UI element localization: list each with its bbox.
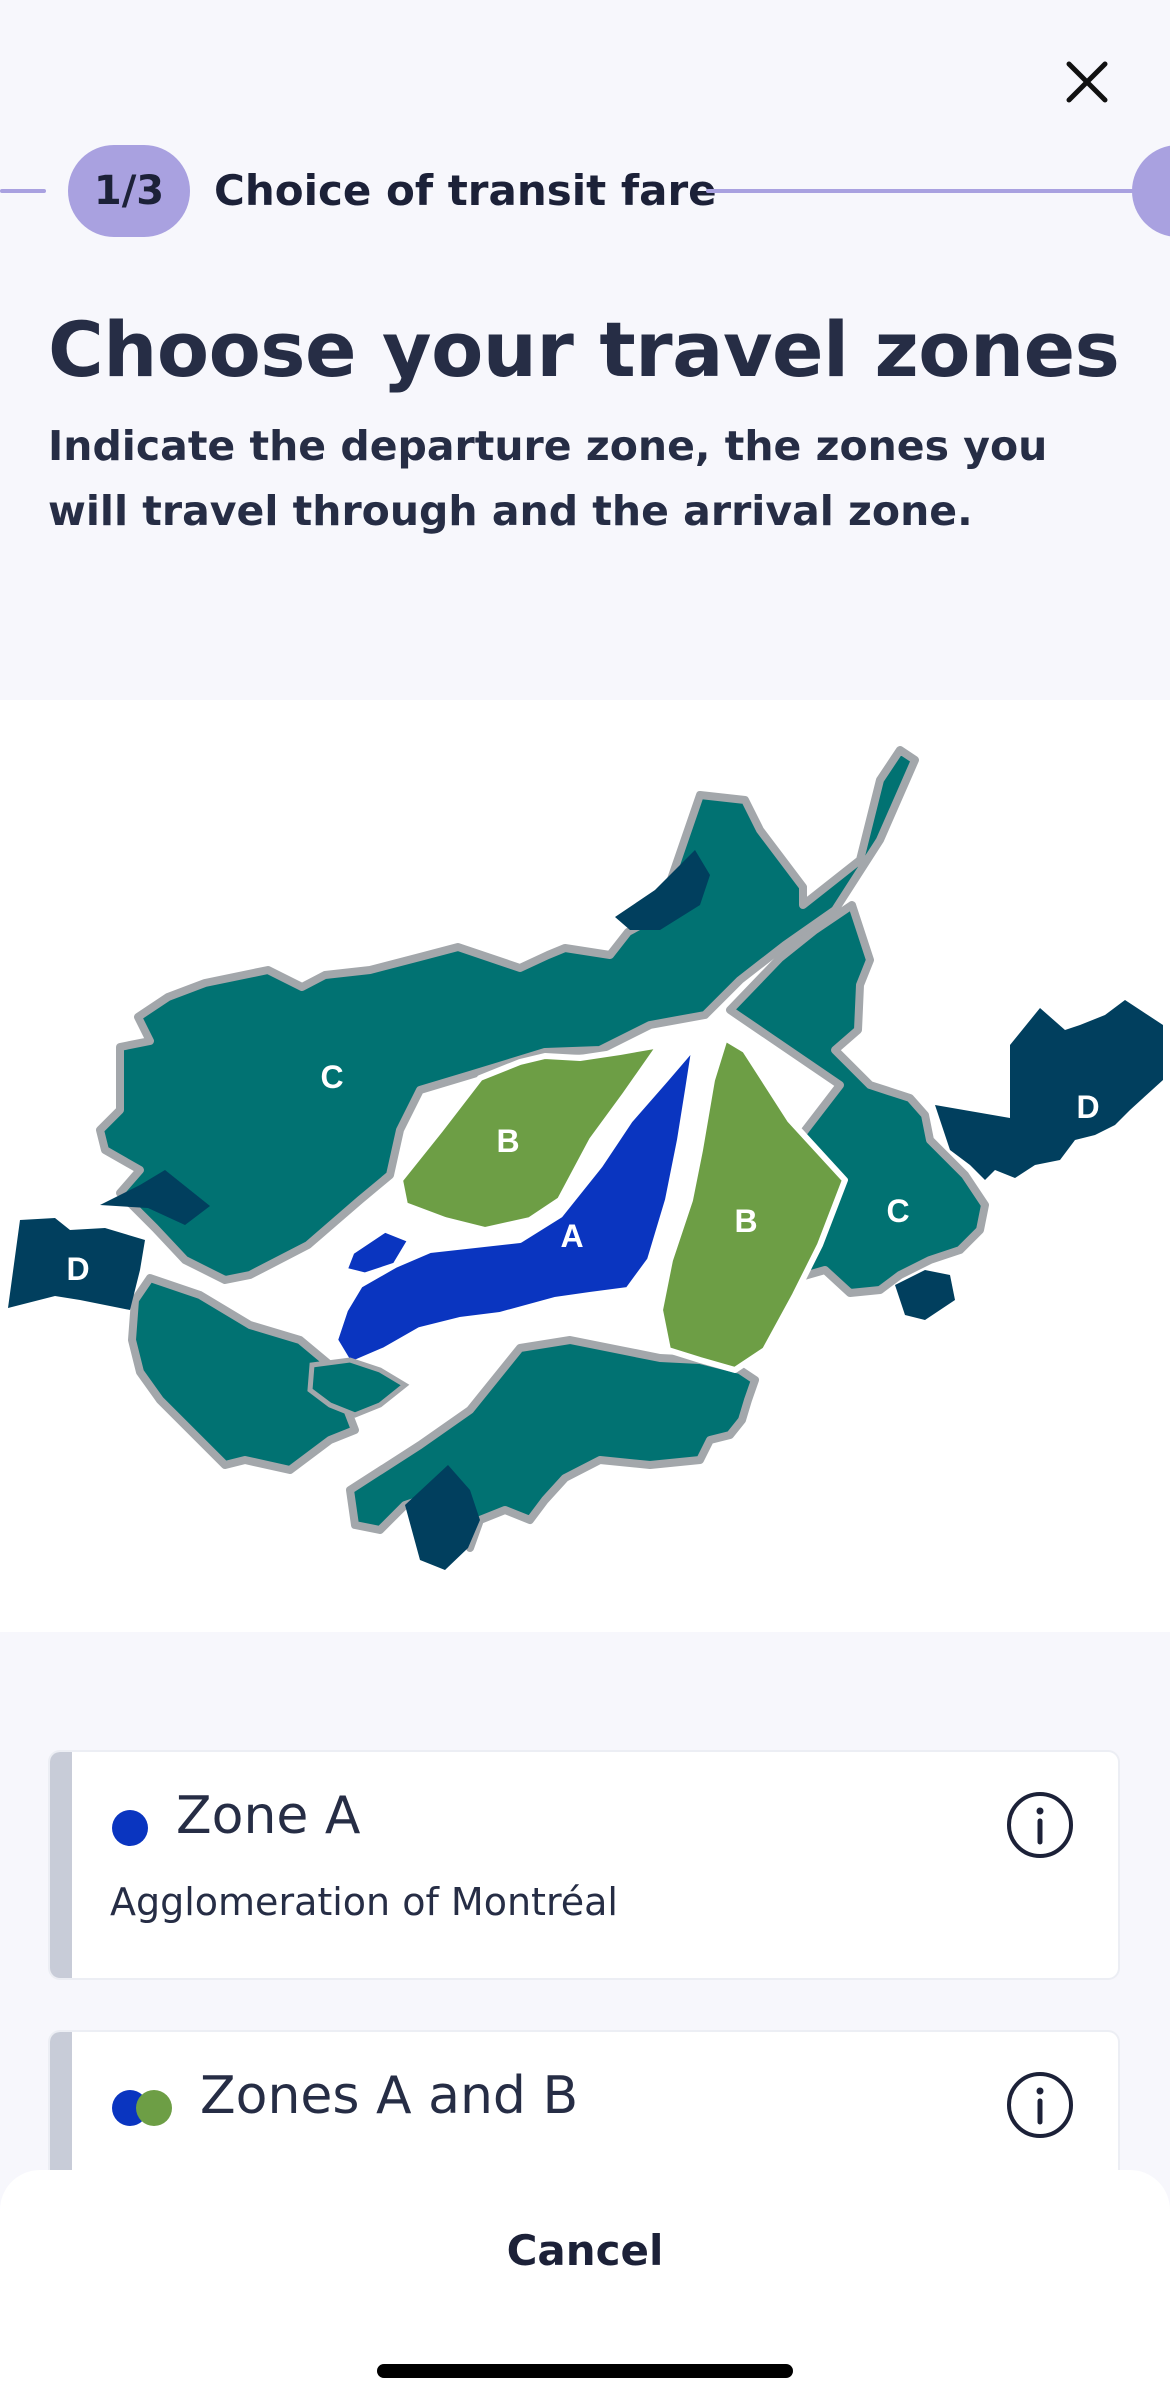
zone-option-title: Zones A and B <box>200 2066 579 2126</box>
zone-option-card[interactable]: Zone A Agglomeration of Montréal <box>48 1750 1120 1980</box>
info-button[interactable] <box>1005 2070 1075 2140</box>
next-step-dot <box>1132 145 1170 237</box>
cancel-button[interactable]: Cancel <box>385 2210 785 2290</box>
close-icon <box>1066 61 1108 103</box>
zone-b-dot <box>136 2090 172 2126</box>
zone-a-label: A <box>560 1218 583 1254</box>
zone-b-label: B <box>496 1123 519 1159</box>
zone-map: C B A B C D D <box>0 700 1170 1632</box>
info-button[interactable] <box>1005 1790 1075 1860</box>
info-icon <box>1007 1792 1073 1858</box>
bottom-action-sheet: Cancel <box>0 2170 1170 2402</box>
step-number-badge: 1/3 <box>68 145 190 237</box>
zone-d-southeast-shape <box>895 1270 955 1320</box>
zone-d-label-east: D <box>1076 1089 1099 1125</box>
zone-c-label-east: C <box>886 1193 909 1229</box>
zone-a-dot <box>112 1810 148 1846</box>
step-label: Choice of transit fare <box>214 166 717 215</box>
zone-option-description: Agglomeration of Montréal <box>110 1880 618 1924</box>
progress-stepper: 1/3 Choice of transit fare <box>0 145 1170 237</box>
zone-c-label: C <box>320 1059 343 1095</box>
home-indicator <box>377 2364 793 2378</box>
info-icon <box>1007 2072 1073 2138</box>
zone-b-label-east: B <box>734 1203 757 1239</box>
page-subtitle: Indicate the departure zone, the zones y… <box>48 422 1048 535</box>
zone-map-graphic: C B A B C D D <box>8 746 1163 1570</box>
page-title: Choose your travel zones <box>48 305 1120 394</box>
card-accent-bar <box>50 1752 72 1978</box>
zone-d-label-west: D <box>66 1251 89 1287</box>
zone-option-title: Zone A <box>176 1786 361 1846</box>
zone-d-east-shape <box>935 1000 1163 1180</box>
close-button[interactable] <box>1055 50 1119 114</box>
stepper-line-right <box>706 189 1136 193</box>
stepper-line-left <box>0 189 46 193</box>
